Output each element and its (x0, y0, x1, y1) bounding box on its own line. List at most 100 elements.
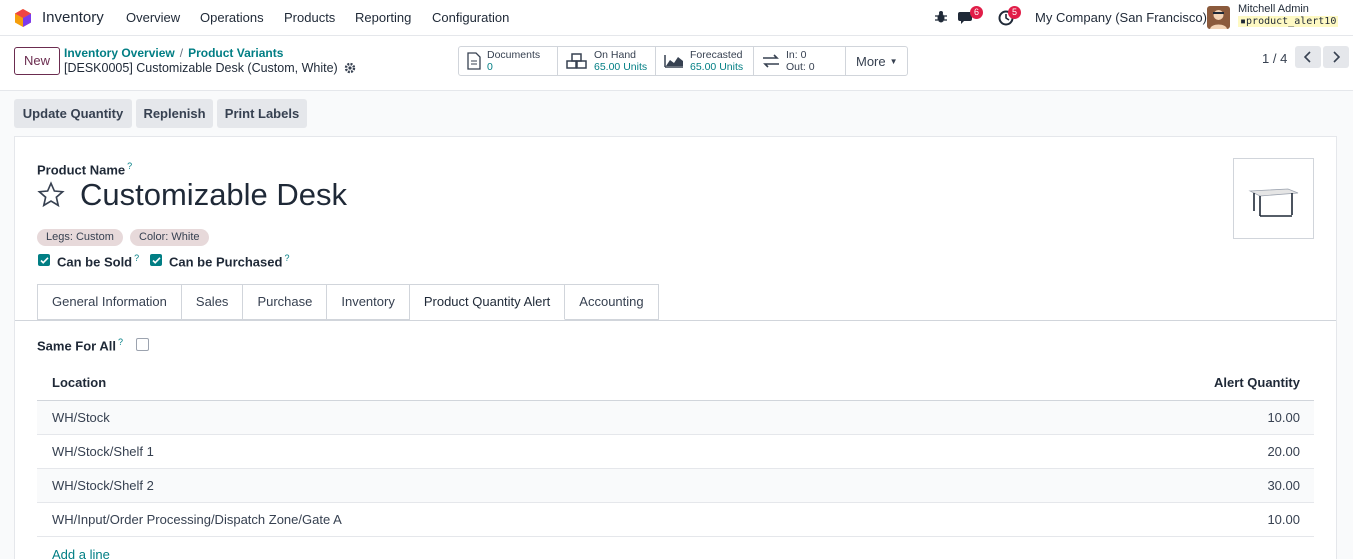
gear-icon[interactable] (344, 62, 356, 74)
alert-quantity-cell: 30.00 (1267, 478, 1300, 493)
can-be-sold-label: Can be Sold? (57, 253, 139, 269)
user-name[interactable]: Mitchell Admin (1238, 3, 1309, 15)
cubes-icon (566, 53, 587, 69)
product-name-label-text: Product Name (37, 162, 126, 178)
table-row[interactable]: WH/Stock/Shelf 1 20.00 (37, 435, 1314, 469)
pager-next-button[interactable] (1323, 46, 1349, 68)
user-avatar[interactable] (1207, 6, 1230, 29)
tab-sales[interactable]: Sales (181, 284, 244, 320)
more-label: More (856, 53, 886, 69)
database-name: ▪product_alert10 (1238, 16, 1339, 27)
can-be-purchased-label: Can be Purchased? (169, 253, 289, 269)
inventory-app-icon[interactable] (14, 9, 32, 27)
new-button[interactable]: New (14, 47, 60, 75)
messages-badge: 6 (970, 6, 983, 19)
alert-quantity-cell: 10.00 (1267, 410, 1300, 425)
pager-previous-button[interactable] (1295, 46, 1321, 68)
in-count: In: 0 (786, 49, 807, 61)
table-header: Location Alert Quantity (37, 365, 1314, 401)
chevron-right-icon (1333, 51, 1340, 63)
breadcrumb-separator: / (179, 46, 184, 60)
app-name[interactable]: Inventory (42, 9, 104, 26)
product-image[interactable] (1233, 158, 1314, 239)
help-icon[interactable]: ? (134, 253, 139, 263)
location-cell: WH/Stock (52, 410, 110, 425)
documents-value: 0 (487, 61, 493, 73)
control-panel: New Inventory Overview / Product Variants … (0, 36, 1353, 91)
smart-buttons: Documents 0 On Hand 65.00 Units Forecasted… (458, 46, 908, 76)
form-sheet: Product Name? Customizable Desk Legs: Cu… (14, 136, 1337, 559)
tab-purchase[interactable]: Purchase (243, 284, 328, 320)
add-line-link[interactable]: Add a line (52, 547, 110, 559)
same-for-all-label: Same For All? (37, 337, 123, 353)
bug-icon[interactable] (934, 10, 948, 24)
in-out-smart-button[interactable]: In: 0 Out: 0 (754, 47, 846, 75)
update-quantity-button[interactable]: Update Quantity (14, 99, 132, 128)
area-chart-icon (664, 55, 683, 68)
star-icon[interactable] (37, 181, 65, 209)
activities-badge: 5 (1008, 6, 1021, 19)
location-cell: WH/Input/Order Processing/Dispatch Zone/… (52, 512, 342, 527)
product-name[interactable]: Customizable Desk (80, 177, 347, 213)
on-hand-smart-button[interactable]: On Hand 65.00 Units (558, 47, 656, 75)
tab-general-information[interactable]: General Information (37, 284, 182, 320)
record-title: [DESK0005] Customizable Desk (Custom, Wh… (64, 61, 338, 75)
location-cell: WH/Stock/Shelf 2 (52, 478, 154, 493)
table-row[interactable]: WH/Stock/Shelf 2 30.00 (37, 469, 1314, 503)
desk-image (1247, 188, 1298, 217)
tab-product-quantity-alert[interactable]: Product Quantity Alert (409, 284, 566, 320)
column-alert-quantity[interactable]: Alert Quantity (1114, 375, 1314, 390)
forecasted-smart-button[interactable]: Forecasted 65.00 Units (656, 47, 754, 75)
pager-value[interactable]: 1 / 4 (1262, 51, 1287, 66)
print-labels-button[interactable]: Print Labels (217, 99, 307, 128)
document-icon (467, 52, 481, 70)
top-navbar: Inventory Overview Operations Products R… (0, 0, 1353, 36)
breadcrumb-product-variants[interactable]: Product Variants (188, 46, 283, 60)
company-switcher[interactable]: My Company (San Francisco) (1035, 10, 1207, 25)
caret-down-icon: ▼ (889, 56, 898, 66)
alert-quantity-cell: 20.00 (1267, 444, 1300, 459)
breadcrumb: Inventory Overview / Product Variants (64, 46, 283, 60)
chevron-left-icon (1304, 51, 1311, 63)
breadcrumb-inventory-overview[interactable]: Inventory Overview (64, 46, 175, 60)
database-label: product_alert10 (1246, 16, 1337, 27)
menu-overview[interactable]: Overview (126, 10, 180, 25)
documents-label: Documents (487, 49, 541, 61)
on-hand-value: 65.00 Units (594, 61, 648, 73)
replenish-button[interactable]: Replenish (136, 99, 213, 128)
table-row[interactable]: WH/Stock 10.00 (37, 401, 1314, 435)
attribute-tag-legs: Legs: Custom (37, 229, 123, 246)
can-be-sold-checkbox[interactable] (38, 254, 50, 266)
menu-reporting[interactable]: Reporting (355, 10, 411, 25)
menu-products[interactable]: Products (284, 10, 335, 25)
on-hand-label: On Hand (594, 49, 637, 61)
location-cell: WH/Stock/Shelf 1 (52, 444, 154, 459)
table-body: WH/Stock 10.00 WH/Stock/Shelf 1 20.00 WH… (37, 401, 1314, 537)
help-icon[interactable]: ? (118, 337, 123, 347)
same-for-all-checkbox[interactable] (136, 338, 149, 351)
tab-divider (15, 320, 1336, 321)
menu-operations[interactable]: Operations (200, 10, 264, 25)
menu-configuration[interactable]: Configuration (432, 10, 509, 25)
check-icon (39, 256, 49, 264)
product-name-label: Product Name? (37, 161, 132, 177)
tab-accounting[interactable]: Accounting (565, 284, 659, 320)
exchange-icon (763, 54, 779, 68)
check-icon (151, 256, 161, 264)
forecasted-label: Forecasted (690, 49, 743, 61)
tab-inventory[interactable]: Inventory (327, 284, 410, 320)
can-be-purchased-checkbox[interactable] (150, 254, 162, 266)
can-be-sold-text: Can be Sold (57, 254, 133, 270)
table-row[interactable]: WH/Input/Order Processing/Dispatch Zone/… (37, 503, 1314, 537)
more-smart-button[interactable]: More ▼ (846, 47, 907, 75)
help-icon[interactable]: ? (127, 161, 132, 171)
documents-smart-button[interactable]: Documents 0 (459, 47, 558, 75)
help-icon[interactable]: ? (284, 253, 289, 263)
out-count: Out: 0 (786, 61, 815, 73)
same-for-all-text: Same For All (37, 338, 116, 354)
alert-quantity-table: Location Alert Quantity WH/Stock 10.00 W… (37, 365, 1314, 537)
attribute-tag-color: Color: White (130, 229, 209, 246)
column-location[interactable]: Location (37, 375, 1114, 390)
can-be-purchased-text: Can be Purchased (169, 254, 283, 270)
alert-quantity-cell: 10.00 (1267, 512, 1300, 527)
